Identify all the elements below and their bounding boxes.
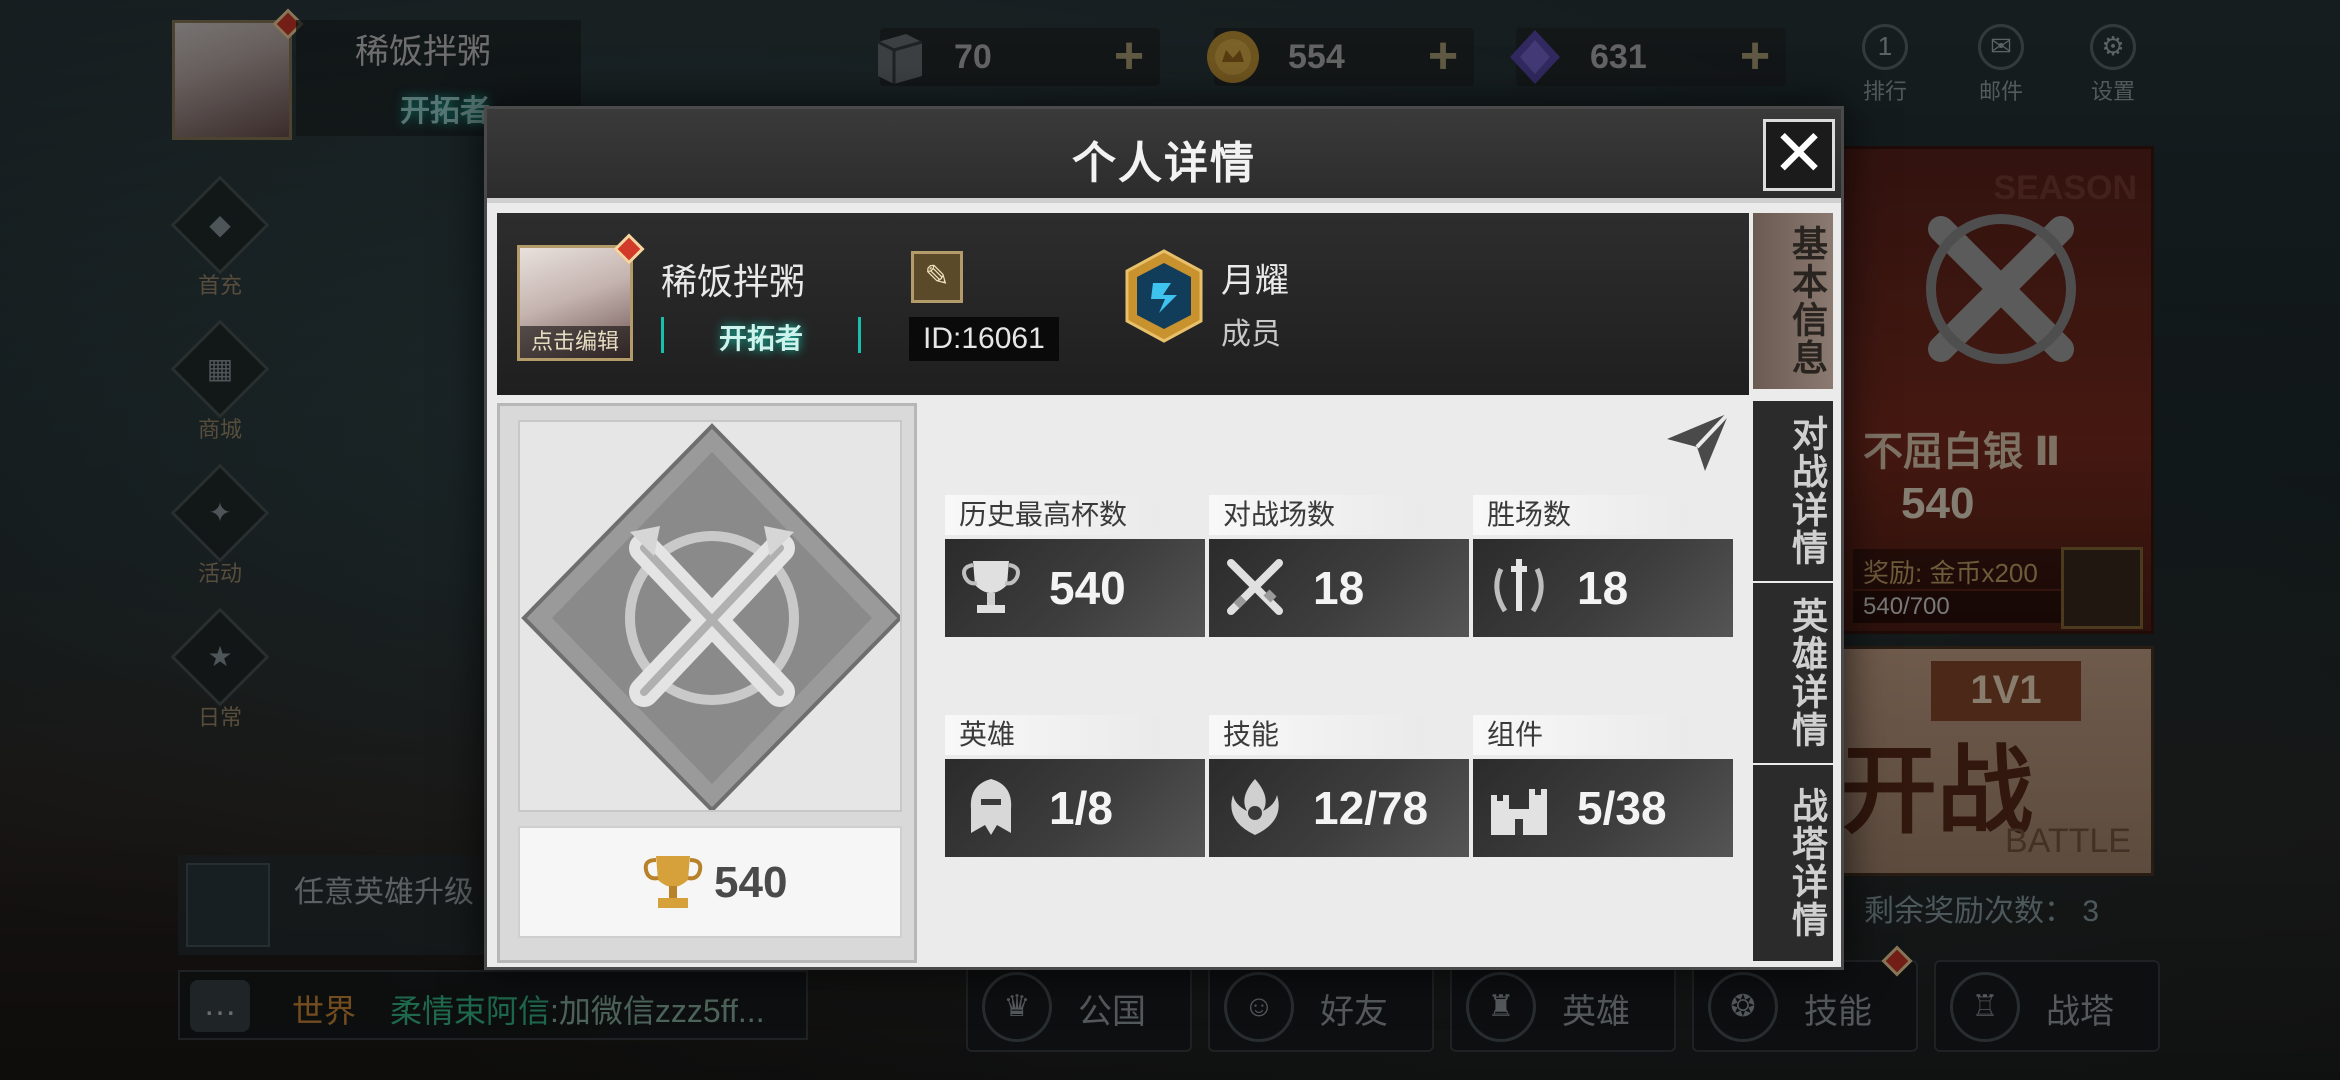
tab-battle-details[interactable]: 对战详情: [1753, 401, 1833, 581]
helmet-icon: [970, 779, 1012, 835]
dialog-title: 个人详情: [1072, 139, 1256, 188]
pencil-icon: ✎: [924, 260, 950, 293]
edit-name-button[interactable]: ✎: [911, 251, 963, 303]
flame-emblem-icon: [1231, 779, 1279, 835]
avatar-edit-label: 点击编辑: [520, 326, 630, 358]
profile-dialog: 个人详情 ✕ 点击编辑 稀饭拌粥 开拓者 ✎ ID:16061 月耀 成员 基本…: [484, 106, 1844, 970]
stat-label: 英雄: [945, 715, 1161, 755]
laurel-sword-icon: [1494, 559, 1544, 613]
profile-name: 稀饭拌粥: [661, 261, 806, 302]
guild-emblem-icon[interactable]: [1123, 249, 1205, 343]
stat-label: 对战场数: [1209, 495, 1425, 535]
stat-max-cups: 历史最高杯数 540: [945, 495, 1205, 637]
tab-basic-info[interactable]: 基本信息: [1753, 213, 1833, 389]
close-button[interactable]: ✕: [1763, 119, 1835, 191]
rank-emblem-frame: [518, 420, 902, 812]
profile-avatar[interactable]: 点击编辑: [517, 233, 645, 361]
rank-panel: 540: [497, 403, 917, 963]
notification-badge: [613, 233, 645, 265]
stat-value: 18: [1313, 562, 1365, 614]
rank-cups-value: 540: [714, 858, 788, 907]
stat-label: 组件: [1473, 715, 1689, 755]
guild-name: 月耀: [1221, 262, 1289, 300]
stat-value: 1/8: [1049, 782, 1113, 834]
share-icon[interactable]: [1663, 409, 1733, 473]
stat-value: 12/78: [1313, 782, 1429, 834]
player-id: ID:16061: [909, 317, 1059, 361]
trophy-icon: [643, 856, 703, 908]
silver-rank-emblem-icon: [521, 423, 900, 810]
stat-components: 组件 5/38: [1473, 715, 1733, 857]
profile-title: 开拓者: [661, 317, 861, 354]
stat-wins: 胜场数 18: [1473, 495, 1733, 637]
tab-hero-details[interactable]: 英雄详情: [1753, 583, 1833, 763]
stat-label: 胜场数: [1473, 495, 1689, 535]
stat-value: 18: [1577, 562, 1629, 614]
trophy-icon: [962, 561, 1020, 613]
stat-skills: 技能 12/78: [1209, 715, 1469, 857]
tab-tower-details[interactable]: 战塔详情: [1753, 765, 1833, 961]
side-tabs: 基本信息 对战详情 英雄详情 战塔详情: [1753, 213, 1833, 963]
rank-cups-box: 540: [518, 826, 902, 938]
castle-icon: [1491, 789, 1547, 835]
stat-value: 540: [1049, 562, 1126, 614]
stat-battles: 对战场数 18: [1209, 495, 1469, 637]
stat-heroes: 英雄 1/8: [945, 715, 1205, 857]
profile-header: 点击编辑 稀饭拌粥 开拓者 ✎ ID:16061 月耀 成员: [497, 213, 1749, 395]
stat-label: 技能: [1209, 715, 1425, 755]
crossed-swords-icon: [1227, 559, 1283, 615]
guild-role: 成员: [1221, 318, 1281, 351]
stat-value: 5/38: [1577, 782, 1667, 834]
dialog-header: 个人详情 ✕: [487, 109, 1841, 203]
stat-label: 历史最高杯数: [945, 495, 1161, 535]
